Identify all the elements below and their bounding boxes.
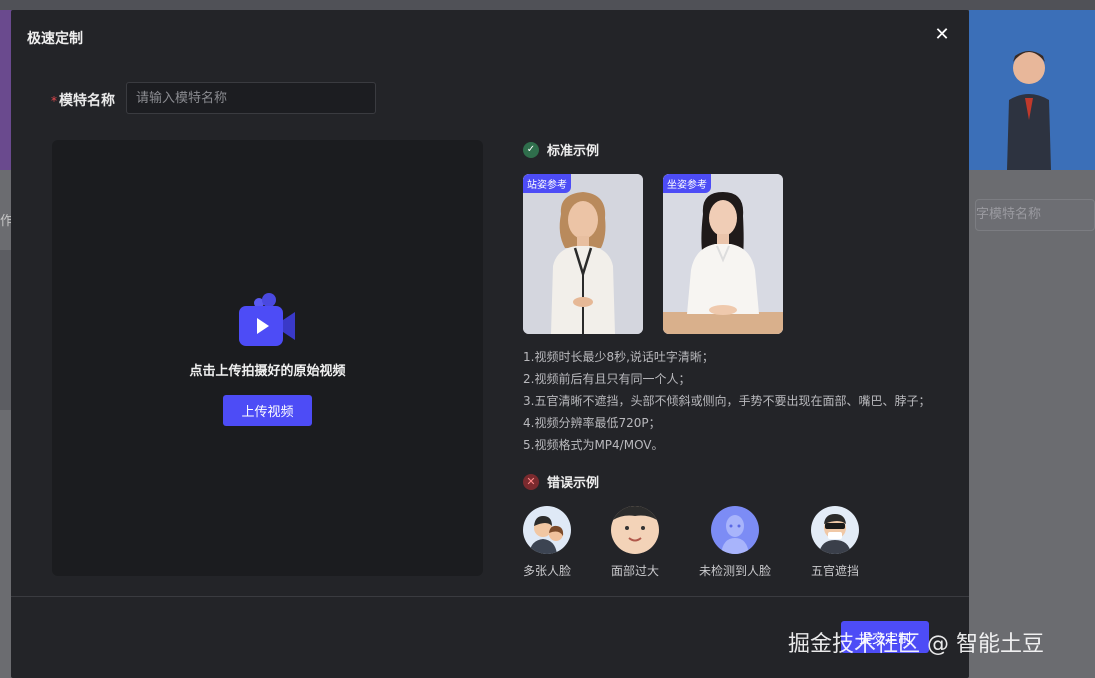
wrong-example-face-too-large: 面部过大 [595,506,675,579]
requirement-item: 2.视频前后有且只有同一个人； [523,372,691,386]
requirement-item: 3.五官清晰不遮挡，头部不倾斜或侧向，手势不要出现在面部、嘴巴、脖子； [523,394,931,408]
dialog-title: 极速定制 [27,31,83,47]
wrong-example-label: 面部过大 [610,564,659,578]
wrong-example-header: ✕ 错误示例 [523,472,599,491]
video-upload-area[interactable]: 点击上传拍摄好的原始视频 上传视频 [52,140,483,576]
avatar-illustration [1007,51,1051,170]
sample-tag: 坐姿参考 [663,174,711,193]
model-name-label-text: 模特名称 [59,93,115,109]
check-circle-icon: ✓ [523,141,539,158]
standard-example-header: ✓ 标准示例 [523,140,599,159]
wrong-example-multiple-faces: 多张人脸 [507,506,587,579]
features-blocked-icon [811,506,859,554]
wrong-example-label: 五官遮挡 [810,564,859,578]
background-banner-right [969,10,1095,170]
background-search-input: 字模特名称 [975,199,1095,231]
sample-sitting: 坐姿参考 [663,174,783,334]
sample-tag: 站姿参考 [523,174,571,193]
requirement-item: 4.视频分辨率最低720P； [523,416,661,430]
multiple-faces-icon [523,506,571,554]
wrong-example-title: 错误示例 [547,476,600,491]
no-face-detected-icon [711,506,759,554]
required-mark: * [51,94,57,108]
wrong-example-no-face: 未检测到人脸 [695,506,775,579]
requirement-list: 1.视频时长最少8秒,说话吐字清晰； 2.视频前后有且只有同一个人； 3.五官清… [523,346,930,456]
requirement-item: 1.视频时长最少8秒,说话吐字清晰； [523,350,714,364]
wrong-example-features-blocked: 五官遮挡 [795,506,875,579]
upload-hint: 点击上传拍摄好的原始视频 [189,364,346,379]
sample-standing: 站姿参考 [523,174,643,334]
close-icon[interactable]: ✕ [933,26,951,44]
face-too-large-icon [611,506,659,554]
video-camera-icon [239,293,295,346]
standard-example-title: 标准示例 [547,144,600,159]
footer-divider [11,596,969,597]
sitting-woman-image [663,174,783,334]
model-name-input[interactable] [126,82,376,114]
upload-video-button[interactable]: 上传视频 [223,395,312,426]
custom-model-dialog: 极速定制 ✕ *模特名称 点击上传拍摄好的原始视频 上传视频 ✓ 标准示例 [11,10,969,678]
error-circle-icon: ✕ [523,473,539,490]
wrong-example-label: 未检测到人脸 [698,564,771,578]
standing-woman-image [523,174,643,334]
model-name-label: * 模特名称 [51,90,115,110]
wrong-example-label: 多张人脸 [522,564,571,578]
requirement-item: 5.视频格式为MP4/MOV。 [523,438,664,452]
watermark: 掘金技术社区 @ 智能土豆 [788,632,1044,657]
